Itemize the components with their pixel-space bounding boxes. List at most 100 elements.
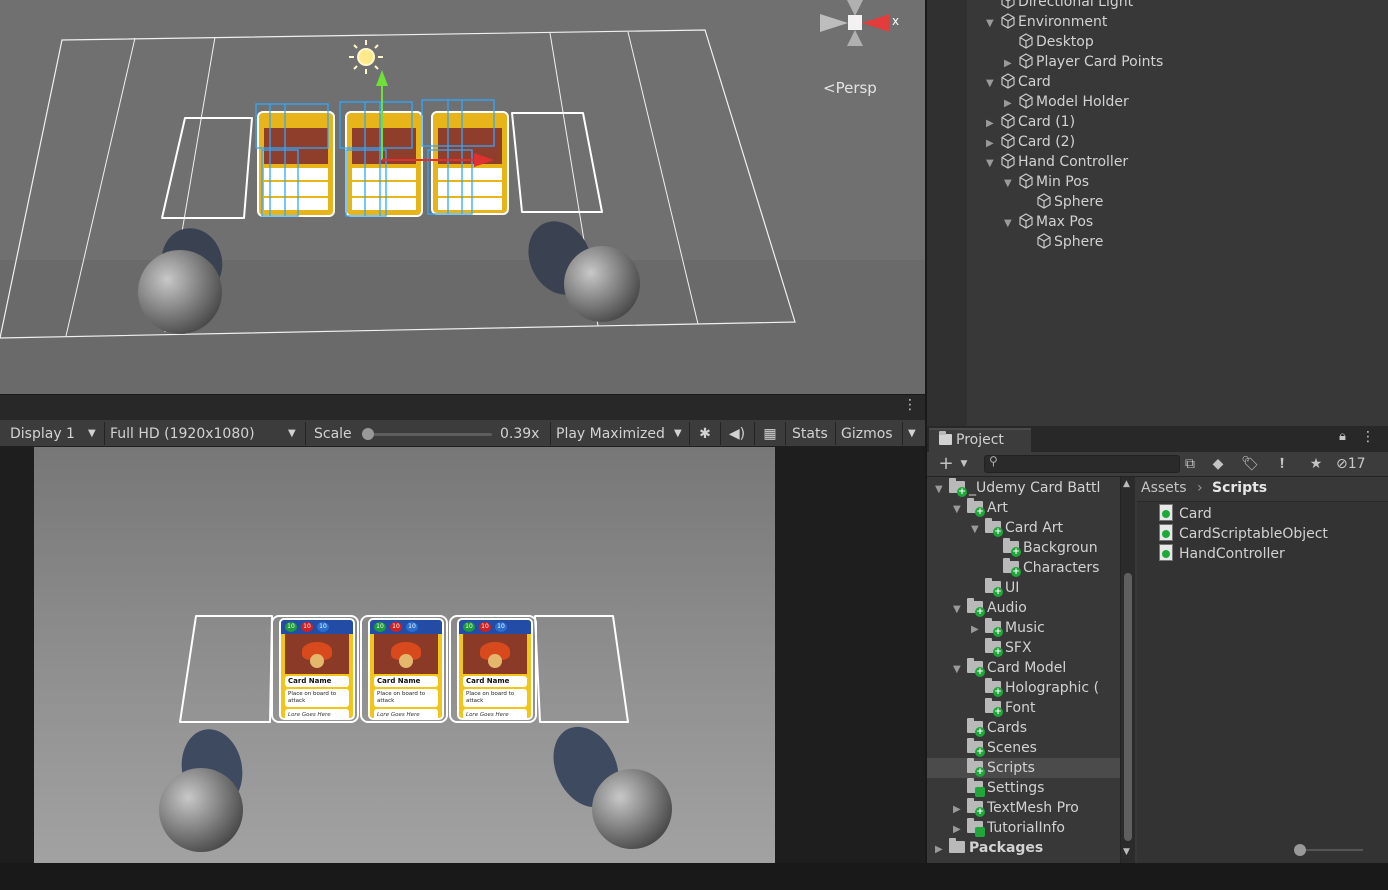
add-asset-dropdown-icon[interactable]: ▼ [950, 454, 978, 474]
tab-project[interactable]: Project [929, 428, 1031, 452]
display-dropdown-arrow-icon[interactable]: ▼ [88, 424, 96, 444]
gameobject-icon [1018, 173, 1034, 189]
game-card-3[interactable]: 10 10 10 Card Name Place on board to att… [457, 618, 533, 720]
hierarchy-item[interactable]: ▶ Model Holder [1004, 92, 1129, 112]
breadcrumb-scripts[interactable]: Scripts [1212, 480, 1267, 496]
lock-icon[interactable]: 🔒︎ [1339, 429, 1346, 444]
gizmos-dropdown-arrow-icon[interactable]: ▼ [908, 424, 916, 444]
project-folder-item[interactable]: ▶ TutorialInfo [953, 818, 1065, 838]
resolution-dropdown-arrow-icon[interactable]: ▼ [288, 424, 296, 444]
resolution-dropdown[interactable]: Full HD (1920x1080) [110, 424, 255, 444]
project-folder-item[interactable]: + Backgroun [989, 538, 1098, 558]
more-options-icon[interactable]: ⋮ [1361, 429, 1375, 445]
expand-open-icon[interactable]: ▼ [1004, 174, 1018, 194]
scale-slider-track[interactable] [366, 433, 492, 436]
filter-by-label-icon[interactable]: 🏷︎ [1236, 454, 1264, 474]
icon-size-slider-handle[interactable] [1294, 844, 1306, 856]
hierarchy-item[interactable]: ▼ Max Pos [1004, 212, 1093, 232]
hierarchy-item[interactable]: ▶ Card (1) [986, 112, 1075, 132]
expand-closed-icon[interactable]: ▶ [935, 840, 949, 860]
script-file-item[interactable]: HandController [1159, 544, 1285, 564]
icon-size-slider-track[interactable] [1299, 849, 1363, 851]
game-card-1[interactable]: 10 10 10 Card Name Place on board to att… [279, 618, 355, 720]
persp-toggle[interactable]: <Persp [823, 79, 877, 97]
csharp-script-icon [1159, 524, 1173, 541]
project-tree-scrollbar[interactable]: ▲ ▼ [1121, 477, 1135, 863]
bug-icon[interactable]: ✱ [695, 424, 715, 444]
breadcrumb-assets[interactable]: Assets [1141, 480, 1187, 496]
hierarchy-item[interactable]: Sphere [1022, 192, 1103, 212]
hierarchy-item[interactable]: ▶ Player Card Points [1004, 52, 1163, 72]
hidden-packages-toggle[interactable]: ⊘17 [1336, 454, 1366, 474]
display-dropdown[interactable]: Display 1 [10, 424, 75, 444]
expand-closed-icon[interactable]: ▶ [986, 134, 1000, 154]
project-folder-item[interactable]: ▶ + TextMesh Pro [953, 798, 1079, 818]
gizmos-button[interactable]: Gizmos [841, 424, 893, 444]
hierarchy-item[interactable]: ▶ Card (2) [986, 132, 1075, 152]
expand-closed-icon[interactable]: ▶ [953, 820, 967, 840]
game-card-2[interactable]: 10 10 10 Card Name Place on board to att… [368, 618, 444, 720]
script-file-item[interactable]: Card [1159, 504, 1212, 524]
expand-closed-icon[interactable]: ▶ [986, 114, 1000, 134]
warning-filter-icon[interactable]: ❗︎ [1268, 454, 1296, 474]
project-folder-item[interactable]: + Cards [953, 718, 1027, 738]
project-folder-item[interactable]: ▼ + Art [953, 498, 1008, 518]
project-folder-item[interactable]: Settings [953, 778, 1044, 798]
hierarchy-item[interactable]: Desktop [1004, 32, 1094, 52]
search-by-type-icon[interactable]: ⧉ [1176, 454, 1204, 474]
scale-slider-handle[interactable] [362, 428, 374, 440]
hierarchy-item[interactable]: ▼ Hand Controller [986, 152, 1128, 172]
play-mode-arrow-icon[interactable]: ▼ [674, 424, 682, 444]
expand-closed-icon[interactable]: ▶ [971, 620, 985, 640]
expand-open-icon[interactable]: ▼ [986, 74, 1000, 94]
expand-closed-icon[interactable]: ▶ [1004, 94, 1018, 114]
scene-view[interactable]: x <Persp [0, 0, 925, 394]
hierarchy-item[interactable]: Directional Light [986, 0, 1133, 12]
audio-icon[interactable]: ◀) [727, 424, 747, 444]
expand-closed-icon[interactable]: ▶ [953, 800, 967, 820]
project-folder-item[interactable]: ▼ + Audio [953, 598, 1027, 618]
project-folder-item[interactable]: ▼ + Card Art [971, 518, 1063, 538]
hierarchy-item[interactable]: Sphere [1022, 232, 1103, 252]
scroll-down-icon[interactable]: ▼ [1123, 847, 1130, 857]
project-folder-item[interactable]: + Font [971, 698, 1035, 718]
project-folder-item[interactable]: + Scenes [953, 738, 1037, 758]
project-search-input[interactable]: ⚲ [984, 454, 1180, 473]
project-folder-label: Card Art [1005, 520, 1064, 536]
project-folder-item[interactable]: + Characters [989, 558, 1099, 578]
expand-open-icon[interactable]: ▼ [986, 14, 1000, 34]
expand-open-icon[interactable]: ▼ [986, 154, 1000, 174]
project-folder-item[interactable]: + Holographic ( [971, 678, 1099, 698]
filter-by-type-icon[interactable]: ◆ [1204, 454, 1232, 474]
script-file-item[interactable]: CardScriptableObject [1159, 524, 1328, 544]
project-folder-item[interactable]: ▼ + Card Model [953, 658, 1066, 678]
hierarchy-item[interactable]: ▼ Min Pos [1004, 172, 1089, 192]
project-folder-item[interactable]: + SFX [971, 638, 1032, 658]
keyboard-icon[interactable]: ▦ [760, 424, 780, 444]
hierarchy-item[interactable]: ▼ Environment [986, 12, 1107, 32]
expand-open-icon[interactable]: ▼ [953, 600, 967, 620]
hierarchy-item[interactable]: ▼ Card [986, 72, 1051, 92]
scroll-up-icon[interactable]: ▲ [1123, 479, 1130, 489]
expand-closed-icon[interactable]: ▶ [1004, 54, 1018, 74]
project-folder-item[interactable]: ▶ Packages [935, 838, 1043, 858]
more-options-icon[interactable]: ⋮ [903, 397, 917, 413]
csharp-script-icon [1159, 504, 1173, 521]
game-view[interactable]: 10 10 10 Card Name Place on board to att… [34, 447, 775, 863]
project-folder-item[interactable]: + Scripts [953, 758, 1035, 778]
favorite-star-icon[interactable]: ★ [1302, 454, 1330, 474]
expand-open-icon[interactable]: ▼ [971, 520, 985, 540]
gameobject-icon [1000, 113, 1016, 129]
play-mode-dropdown[interactable]: Play Maximized [556, 424, 665, 444]
expand-open-icon[interactable]: ▼ [953, 660, 967, 680]
scrollbar-thumb[interactable] [1124, 573, 1132, 841]
folder-icon: + [1003, 538, 1021, 557]
project-folder-item[interactable]: ▼ + _Udemy Card Battl [935, 478, 1100, 498]
project-folder-item[interactable]: ▶ + Music [971, 618, 1045, 638]
expand-open-icon[interactable]: ▼ [1004, 214, 1018, 234]
expand-open-icon[interactable]: ▼ [935, 480, 949, 500]
expand-open-icon[interactable]: ▼ [953, 500, 967, 520]
stats-button[interactable]: Stats [792, 424, 828, 444]
project-folder-item[interactable]: + UI [971, 578, 1019, 598]
status-bar [0, 863, 1388, 890]
